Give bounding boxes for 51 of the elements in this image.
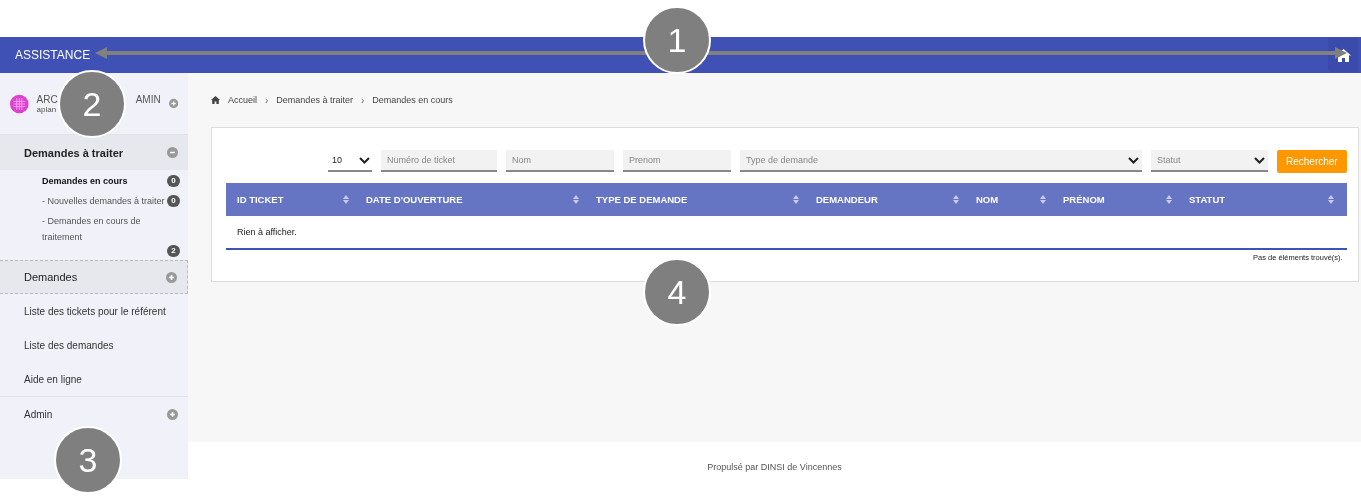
minus-circle-icon (167, 147, 178, 158)
breadcrumb-link[interactable]: Accueil (228, 95, 257, 105)
chevron-down-icon (1128, 156, 1139, 164)
plus-circle-icon (166, 271, 177, 283)
user-login: aplan (36, 104, 58, 114)
sort-icon[interactable] (953, 195, 959, 204)
column-header[interactable]: DEMANDEUR (816, 194, 878, 205)
plus-circle-icon (167, 409, 178, 420)
menu-link[interactable]: Liste des tickets pour le référent (0, 294, 188, 328)
sort-icon[interactable] (793, 195, 799, 204)
footer-text: Propulsé par DINSI de Vincennes (707, 462, 842, 472)
menu-item[interactable]: - Demandes en cours de traitement 2 (0, 210, 188, 260)
menu-section[interactable]: Demandes (0, 260, 188, 294)
column-header[interactable]: STATUT (1189, 194, 1226, 205)
home-button[interactable] (1328, 38, 1358, 72)
user-name: AMIN (135, 93, 161, 105)
count-badge: 0 (167, 175, 180, 187)
breadcrumb-separator: › (265, 94, 269, 106)
column-header[interactable]: ID TICKET (237, 194, 284, 205)
menu-item[interactable]: - Nouvelles demandes à traiter 0 (0, 190, 188, 210)
breadcrumb-link[interactable]: Demandes en cours (372, 95, 453, 105)
column-header[interactable]: DATE D'OUVERTURE (366, 194, 463, 205)
menu-item[interactable]: Demandes en cours 0 (0, 170, 188, 190)
home-icon (211, 96, 220, 104)
page-size-select[interactable]: 10 (328, 150, 372, 172)
breadcrumb-separator: › (360, 94, 365, 106)
menu-section[interactable]: Demandes à traiter (0, 135, 188, 170)
sort-icon[interactable] (1040, 195, 1046, 204)
column-header[interactable]: PRÉNOM (1063, 194, 1105, 205)
filter-field[interactable]: Prenom (623, 150, 731, 172)
chevron-down-icon (359, 156, 370, 164)
breadcrumb-link[interactable]: Demandes à traiter (276, 95, 353, 105)
chevron-down-icon (1254, 156, 1265, 164)
sort-icon[interactable] (573, 195, 579, 204)
sort-icon[interactable] (1328, 195, 1334, 204)
count-badge: 2 (167, 245, 180, 257)
sort-icon[interactable] (343, 195, 349, 204)
column-header[interactable]: TYPE DE DEMANDE (596, 194, 688, 205)
count-badge: 0 (167, 195, 180, 207)
user-name: ARC (36, 93, 58, 105)
menu-link[interactable]: Aide en ligne (0, 362, 188, 396)
column-header[interactable]: NOM (976, 194, 999, 205)
callout-number: 1 (643, 6, 711, 74)
empty-message: Rien à afficher. (237, 227, 297, 237)
filter-field[interactable]: Numéro de ticket (381, 150, 497, 172)
filter-field[interactable]: Nom (506, 150, 614, 172)
menu-link[interactable]: Liste des demandes (0, 328, 188, 362)
plus-circle-icon (168, 98, 178, 109)
app-title: ASSISTANCE (15, 48, 91, 62)
sort-icon[interactable] (1166, 195, 1172, 204)
avatar-icon (10, 92, 29, 115)
